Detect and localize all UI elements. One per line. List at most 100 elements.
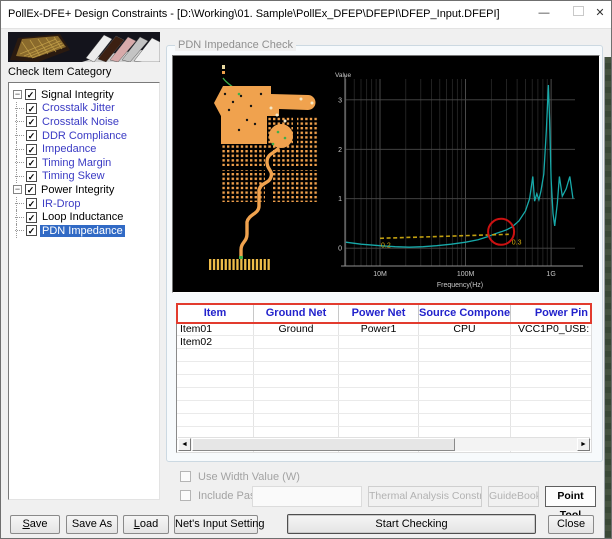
svg-text:0.3: 0.3	[512, 239, 522, 246]
tree-item-impedance[interactable]: ✓Impedance	[9, 142, 159, 156]
titlebar: PollEx-DFE+ Design Constraints - [D:\Wor…	[0, 0, 612, 29]
table-cell: Item01	[177, 323, 254, 335]
column-header-power-net[interactable]: Power Net	[339, 304, 419, 323]
column-header-item[interactable]: Item	[177, 304, 254, 323]
tree-item-pdn-impedance[interactable]: ✓PDN Impedance	[9, 224, 159, 238]
table-row-empty[interactable]	[177, 375, 591, 388]
tree-item-ir-drop[interactable]: ✓IR-Drop	[9, 197, 159, 211]
save-as-button[interactable]: Save As	[66, 515, 118, 534]
table-body: Item01GroundPower1CPUVCC1P0_USB: FB113It…	[177, 323, 591, 453]
tree-item-timing-skew[interactable]: ✓Timing Skew	[9, 170, 159, 184]
table-cell	[177, 362, 254, 374]
table-cell	[177, 349, 254, 361]
table-cell	[511, 414, 591, 426]
include-pass-checkbox[interactable]	[180, 490, 191, 501]
tree-guide-line	[15, 162, 24, 163]
scroll-left-arrow-icon[interactable]: ◄	[178, 438, 191, 451]
tree-item-loop-inductance[interactable]: ✓Loop Inductance	[9, 210, 159, 224]
column-header-source-component[interactable]: Source Component	[419, 304, 511, 323]
svg-text:1: 1	[338, 196, 342, 203]
table-row-empty[interactable]	[177, 362, 591, 375]
table-cell	[177, 414, 254, 426]
tree-item-label: Timing Skew	[40, 170, 107, 182]
tree-item-power-integrity[interactable]: −✓Power Integrity	[9, 183, 159, 197]
items-table: ItemGround NetPower NetSource ComponentP…	[176, 303, 592, 453]
table-cell	[419, 401, 511, 413]
table-cell	[419, 388, 511, 400]
table-cell	[339, 375, 419, 387]
point-tool-button[interactable]: Point Tool	[545, 486, 596, 507]
checkbox-icon[interactable]: ✓	[26, 212, 37, 223]
check-item-tree: −✓Signal Integrity✓Crosstalk Jitter✓Cros…	[8, 82, 160, 500]
start-checking-button[interactable]: Start Checking	[287, 514, 536, 534]
table-cell	[177, 375, 254, 387]
checkbox-icon[interactable]: ✓	[26, 103, 37, 114]
table-cell	[339, 336, 419, 348]
tree-item-label: Crosstalk Noise	[40, 116, 121, 128]
table-cell	[339, 362, 419, 374]
tree-guide-line	[15, 176, 24, 177]
close-button[interactable]: ✕	[586, 0, 612, 27]
column-header-power-pin[interactable]: Power Pin	[511, 304, 591, 323]
table-row-empty[interactable]	[177, 388, 591, 401]
scroll-right-arrow-icon[interactable]: ►	[577, 438, 590, 451]
checkbox-icon[interactable]: ✓	[26, 144, 37, 155]
table-row-item02[interactable]: Item02	[177, 336, 591, 349]
tree-item-label: PDN Impedance	[40, 225, 125, 237]
checkbox-icon[interactable]: ✓	[26, 198, 37, 209]
checkbox-icon[interactable]: ✓	[25, 184, 36, 195]
tree-item-ddr-compliance[interactable]: ✓DDR Compliance	[9, 129, 159, 143]
table-cell	[419, 336, 511, 348]
table-cell	[254, 401, 339, 413]
tree-item-crosstalk-jitter[interactable]: ✓Crosstalk Jitter	[9, 102, 159, 116]
checkbox-icon[interactable]: ✓	[26, 157, 37, 168]
horizontal-scrollbar[interactable]: ◄ ►	[178, 437, 590, 451]
expander-icon[interactable]: −	[13, 90, 22, 99]
nets-input-setting-button[interactable]: Net's Input Setting	[174, 515, 258, 534]
load-button[interactable]: Load	[123, 515, 169, 534]
tree-item-label: Crosstalk Jitter	[40, 102, 117, 114]
svg-text:2: 2	[338, 147, 342, 154]
table-cell: Item02	[177, 336, 254, 348]
table-cell	[254, 375, 339, 387]
table-cell: VCC1P0_USB: FB113	[511, 323, 591, 335]
svg-text:Value: Value	[335, 72, 352, 79]
table-cell	[511, 349, 591, 361]
table-header-row: ItemGround NetPower NetSource ComponentP…	[177, 304, 591, 323]
table-cell: Ground	[254, 323, 339, 335]
checkbox-icon[interactable]: ✓	[26, 225, 37, 236]
checkbox-icon[interactable]: ✓	[26, 130, 37, 141]
checkbox-icon[interactable]: ✓	[26, 116, 37, 127]
save-button[interactable]: Save	[10, 515, 60, 534]
tree-item-signal-integrity[interactable]: −✓Signal Integrity	[9, 88, 159, 102]
table-row-empty[interactable]	[177, 401, 591, 414]
table-row-empty[interactable]	[177, 349, 591, 362]
pass-data-input[interactable]	[252, 486, 362, 507]
tree-item-crosstalk-noise[interactable]: ✓Crosstalk Noise	[9, 115, 159, 129]
table-cell	[177, 401, 254, 413]
table-cell	[254, 336, 339, 348]
table-row-empty[interactable]	[177, 414, 591, 427]
scroll-thumb[interactable]	[192, 438, 455, 451]
tree-item-label: Impedance	[40, 143, 98, 155]
table-cell	[419, 362, 511, 374]
expander-icon[interactable]: −	[13, 185, 22, 194]
category-label: Check Item Category	[8, 66, 111, 78]
table-row-item01[interactable]: Item01GroundPower1CPUVCC1P0_USB: FB113	[177, 323, 591, 336]
svg-text:Frequency(Hz): Frequency(Hz)	[437, 282, 483, 289]
checkbox-icon[interactable]: ✓	[26, 171, 37, 182]
minimize-button[interactable]: —	[530, 0, 558, 27]
table-cell	[339, 349, 419, 361]
checkbox-icon[interactable]: ✓	[25, 89, 36, 100]
column-header-ground-net[interactable]: Ground Net	[254, 304, 339, 323]
use-width-checkbox[interactable]	[180, 471, 191, 482]
tree-item-timing-margin[interactable]: ✓Timing Margin	[9, 156, 159, 170]
product-banner-image	[8, 32, 160, 62]
table-cell	[254, 349, 339, 361]
table-cell	[419, 414, 511, 426]
tree-guide-line	[15, 121, 24, 122]
tree-item-label: DDR Compliance	[40, 130, 129, 142]
use-width-label: Use Width Value (W)	[198, 471, 300, 483]
close-dialog-button[interactable]: Close	[548, 515, 594, 534]
table-cell	[511, 401, 591, 413]
